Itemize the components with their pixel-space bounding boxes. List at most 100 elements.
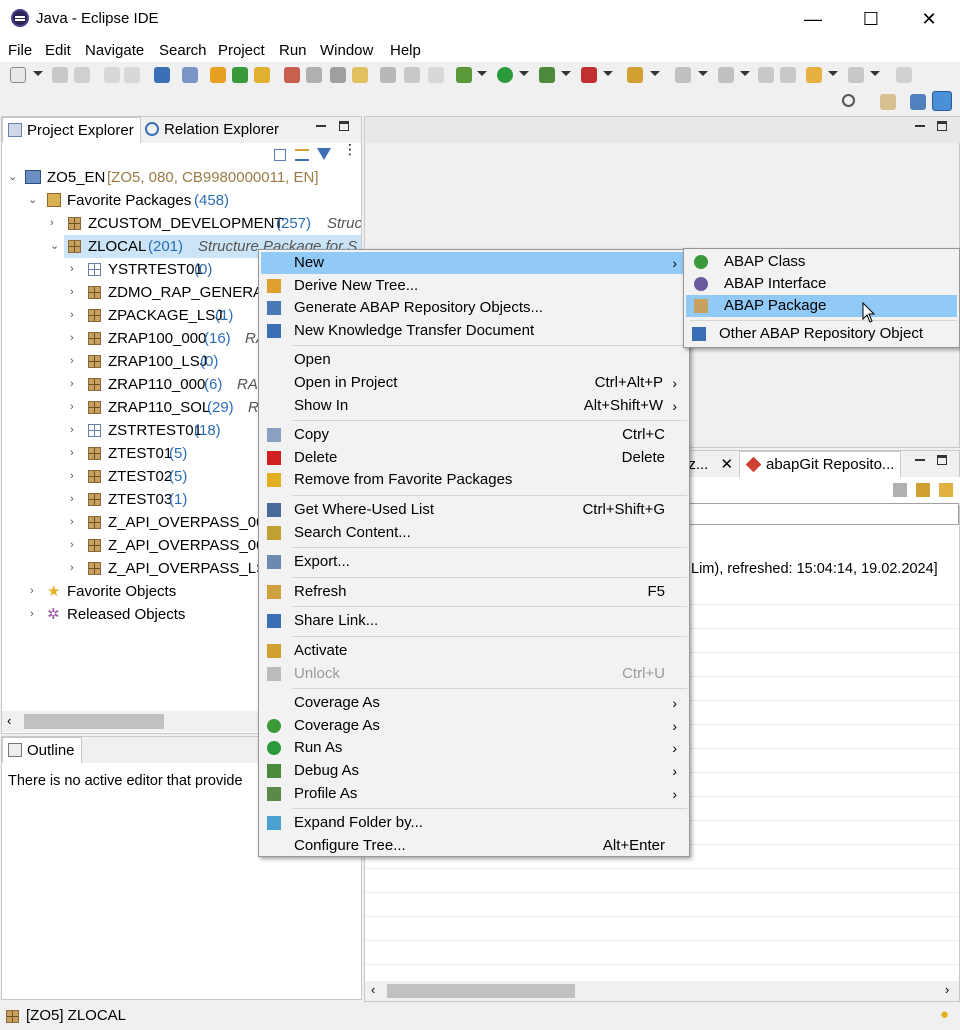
tree-favorite-packages[interactable]: ⌄ Favorite Packages (458) xyxy=(2,189,361,212)
filter-input[interactable] xyxy=(685,503,959,525)
view-menu-icon[interactable]: ⋮ xyxy=(343,142,357,156)
context-menu-item-configure-tree[interactable]: Configure Tree... Alt+Enter xyxy=(261,835,687,857)
maximize-view-icon[interactable] xyxy=(339,121,349,131)
menu-edit[interactable]: Edit xyxy=(45,42,71,59)
menu-navigate[interactable]: Navigate xyxy=(85,42,144,59)
link-repository-icon[interactable] xyxy=(939,483,953,497)
menu-window[interactable]: Window xyxy=(320,42,373,59)
refresh-icon[interactable] xyxy=(893,483,907,497)
context-menu-item-debug-as[interactable]: Debug As › xyxy=(261,760,687,782)
submenu-item-abap-class[interactable]: ABAP Class xyxy=(686,251,957,273)
next-annotation-icon[interactable] xyxy=(675,67,691,83)
undo-icon[interactable] xyxy=(104,67,120,83)
context-menu-item-derive-new-tree[interactable]: Derive New Tree... xyxy=(261,275,687,297)
scrollbar-thumb[interactable] xyxy=(24,714,164,729)
minimize-view-icon[interactable] xyxy=(915,125,925,127)
context-menu-item-search-content[interactable]: Search Content... xyxy=(261,522,687,544)
chevron-down-icon[interactable] xyxy=(33,71,43,76)
java-perspective-icon[interactable] xyxy=(910,94,926,110)
forward-arrow-icon[interactable] xyxy=(848,67,864,83)
close-icon[interactable]: ✕ xyxy=(721,456,734,473)
external-tools-icon[interactable] xyxy=(581,67,597,83)
link-icon[interactable] xyxy=(306,67,322,83)
chevron-down-icon[interactable] xyxy=(561,71,571,76)
collapse-all-icon[interactable] xyxy=(274,149,286,161)
tab-partial[interactable]: iz... ✕ xyxy=(685,451,737,477)
context-menu-item-open-in-project[interactable]: Open in Project Ctrl+Alt+P › xyxy=(261,372,687,394)
block-icon[interactable] xyxy=(404,67,420,83)
horizontal-scrollbar[interactable]: ‹ › xyxy=(365,981,959,1001)
maximize-view-icon[interactable] xyxy=(937,455,947,465)
lightbulb-icon[interactable]: ● xyxy=(940,1006,949,1023)
tab-outline[interactable]: Outline xyxy=(2,737,82,763)
menu-help[interactable]: Help xyxy=(390,42,421,59)
search-icon[interactable] xyxy=(842,94,855,107)
chevron-down-icon[interactable]: ⌄ xyxy=(28,189,37,212)
context-menu-item-delete[interactable]: Delete Delete xyxy=(261,447,687,469)
chevron-right-icon[interactable]: › xyxy=(50,212,54,235)
chevron-down-icon[interactable] xyxy=(477,71,487,76)
context-menu-item-export[interactable]: Export... xyxy=(261,551,687,573)
search-icon[interactable] xyxy=(182,67,198,83)
new-icon[interactable] xyxy=(10,67,26,83)
context-menu-item-coverage-as[interactable]: Coverage As › xyxy=(261,692,687,714)
context-menu-item-coverage-as[interactable]: Coverage As › xyxy=(261,715,687,737)
tab-project-explorer[interactable]: Project Explorer xyxy=(2,117,141,143)
last-edit-icon[interactable] xyxy=(758,67,774,83)
context-menu-item-get-where-used-list[interactable]: Get Where-Used List Ctrl+Shift+G xyxy=(261,499,687,521)
context-menu-item-share-link[interactable]: Share Link... xyxy=(261,610,687,632)
context-menu-item-copy[interactable]: Copy Ctrl+C xyxy=(261,424,687,446)
menu-file[interactable]: File xyxy=(8,42,32,59)
open-object-icon[interactable] xyxy=(254,67,270,83)
scrollbar-thumb[interactable] xyxy=(387,984,575,998)
forward-edit-icon[interactable] xyxy=(780,67,796,83)
print-icon[interactable] xyxy=(330,67,346,83)
context-menu-item-generate-abap-repository-objects[interactable]: Generate ABAP Repository Objects... xyxy=(261,297,687,319)
context-menu-item-open[interactable]: Open xyxy=(261,349,687,371)
link-editor-icon[interactable] xyxy=(295,149,309,161)
chevron-down-icon[interactable] xyxy=(698,71,708,76)
package-icon[interactable] xyxy=(352,67,368,83)
context-menu-item-activate[interactable]: Activate xyxy=(261,640,687,662)
filter-icon[interactable] xyxy=(317,148,331,160)
debug-toolbar-icon[interactable] xyxy=(456,67,472,83)
chevron-down-icon[interactable]: ⌄ xyxy=(8,167,17,189)
transport-icon[interactable] xyxy=(284,67,300,83)
prev-annotation-icon[interactable] xyxy=(718,67,734,83)
close-button[interactable]: ✕ xyxy=(900,0,958,38)
maximize-view-icon[interactable] xyxy=(937,121,947,131)
submenu-item-abap-interface[interactable]: ABAP Interface xyxy=(686,273,957,295)
submenu-item-other-abap-repository-object[interactable]: Other ABAP Repository Object xyxy=(686,323,957,345)
chevron-down-icon[interactable] xyxy=(519,71,529,76)
context-menu-item-run-as[interactable]: Run As › xyxy=(261,737,687,759)
context-menu-item-refresh[interactable]: Refresh F5 xyxy=(261,581,687,603)
menu-search[interactable]: Search xyxy=(159,42,207,59)
pilcrow-icon[interactable] xyxy=(428,67,444,83)
context-menu-item-new[interactable]: New › xyxy=(261,252,687,274)
submenu-item-abap-package[interactable]: ABAP Package xyxy=(686,295,957,317)
pin-editor-icon[interactable] xyxy=(896,67,912,83)
scroll-right-icon[interactable]: › xyxy=(945,982,949,997)
console-icon[interactable] xyxy=(154,67,170,83)
quick-access-icon[interactable] xyxy=(627,67,643,83)
abap-perspective-icon[interactable] xyxy=(932,91,952,111)
back-arrow-icon[interactable] xyxy=(806,67,822,83)
coverage-toolbar-icon[interactable] xyxy=(539,67,555,83)
maximize-button[interactable]: ☐ xyxy=(842,0,900,38)
context-menu-item-show-in[interactable]: Show In Alt+Shift+W › xyxy=(261,395,687,417)
chevron-down-icon[interactable] xyxy=(650,71,660,76)
save-all-icon[interactable] xyxy=(74,67,90,83)
chevron-down-icon[interactable]: ⌄ xyxy=(50,235,59,258)
minimize-view-icon[interactable] xyxy=(316,125,326,127)
minimize-button[interactable]: — xyxy=(784,0,842,38)
chevron-down-icon[interactable] xyxy=(740,71,750,76)
redo-icon[interactable] xyxy=(124,67,140,83)
minimize-view-icon[interactable] xyxy=(915,459,925,461)
open-perspective-icon[interactable] xyxy=(880,94,896,110)
chevron-down-icon[interactable] xyxy=(870,71,880,76)
tab-relation-explorer[interactable]: Relation Explorer xyxy=(140,117,285,143)
tab-abapgit-repositories[interactable]: abapGit Reposito... xyxy=(739,451,902,477)
scroll-left-icon[interactable]: ‹ xyxy=(371,982,375,997)
context-menu-item-remove-from-favorite-packages[interactable]: Remove from Favorite Packages xyxy=(261,469,687,491)
scroll-left-icon[interactable]: ‹ xyxy=(7,713,11,728)
